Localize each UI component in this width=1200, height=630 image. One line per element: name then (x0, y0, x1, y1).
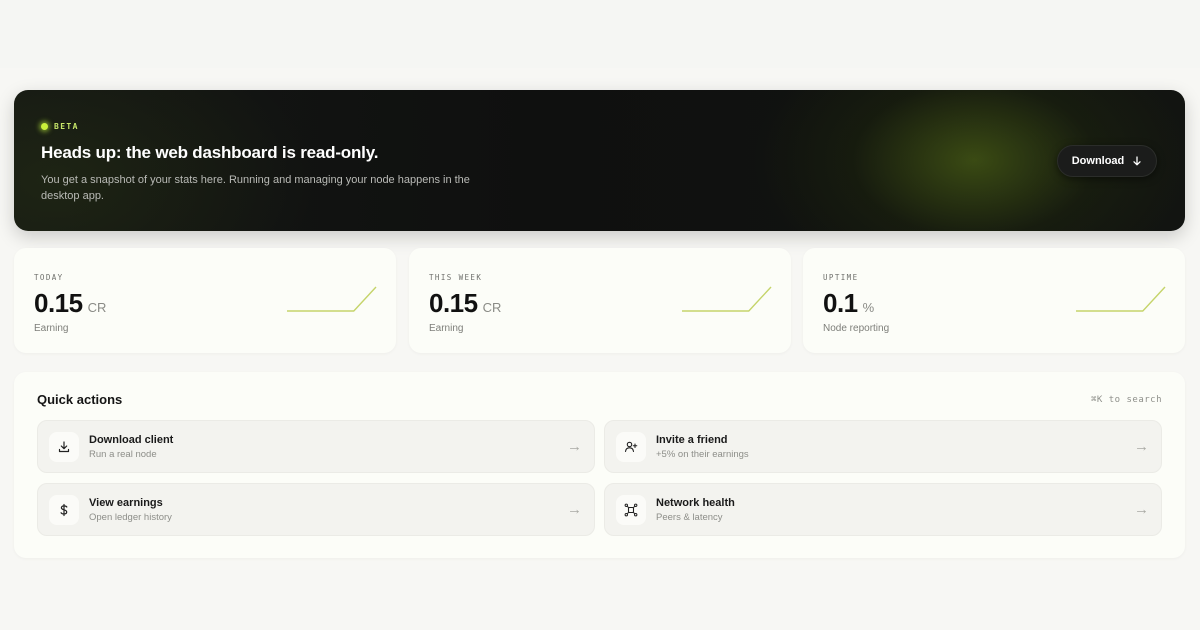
action-download-client[interactable]: Download client Run a real node → (37, 420, 595, 473)
stat-value-row: 0.15 CR (34, 288, 106, 319)
sparkline-chart (1076, 286, 1166, 312)
dollar-icon (49, 495, 79, 525)
action-name: View earnings (89, 497, 163, 509)
stat-label: TODAY (34, 273, 64, 282)
stat-caption: Earning (34, 323, 69, 334)
top-band (0, 0, 1200, 68)
action-name: Download client (89, 434, 174, 446)
action-desc: Open ledger history (89, 512, 172, 523)
banner-title: Heads up: the web dashboard is read-only… (41, 143, 379, 162)
banner-subtitle: You get a snapshot of your stats here. R… (41, 174, 470, 202)
sparkline-series (287, 286, 377, 312)
dashboard-page: BETA Heads up: the web dashboard is read… (0, 0, 1200, 630)
action-name: Network health (656, 497, 735, 509)
stat-label: THIS WEEK (429, 273, 483, 282)
download-button[interactable]: Download (1057, 145, 1157, 177)
sparkline-series (682, 286, 772, 312)
arrow-right-icon: → (1134, 501, 1149, 518)
stat-card-today: TODAY 0.15 CR Earning (14, 248, 396, 353)
status-dot-icon (41, 123, 48, 130)
action-invite-friend[interactable]: Invite a friend +5% on their earnings → (604, 420, 1162, 473)
stat-value: 0.15 (429, 288, 478, 318)
network-icon (616, 495, 646, 525)
stat-value: 0.15 (34, 288, 83, 318)
action-desc: Peers & latency (656, 512, 723, 523)
stat-card-uptime: UPTIME 0.1 % Node reporting (803, 248, 1185, 353)
download-icon (49, 432, 79, 462)
stat-unit: CR (87, 300, 107, 315)
stat-value: 0.1 (823, 288, 858, 318)
action-name: Invite a friend (656, 434, 728, 446)
action-desc: +5% on their earnings (656, 449, 749, 460)
action-desc: Run a real node (89, 449, 157, 460)
search-shortcut-hint[interactable]: ⌘K to search (1091, 395, 1162, 405)
stat-unit: CR (482, 300, 502, 315)
sparkline-chart (287, 286, 377, 312)
beta-badge-label: BETA (54, 122, 79, 131)
arrow-down-icon (1133, 156, 1141, 166)
user-plus-icon (616, 432, 646, 462)
stat-caption: Node reporting (823, 323, 890, 334)
stat-value-row: 0.15 CR (429, 288, 501, 319)
stat-label: UPTIME (823, 273, 859, 282)
quick-actions-title: Quick actions (37, 392, 123, 407)
stat-card-this-week: THIS WEEK 0.15 CR Earning (409, 248, 791, 353)
stat-caption: Earning (429, 323, 464, 334)
stat-unit: % (862, 300, 875, 315)
download-button-label: Download (1071, 155, 1125, 167)
sparkline-chart (682, 286, 772, 312)
beta-banner: BETA Heads up: the web dashboard is read… (14, 90, 1185, 231)
action-network-health[interactable]: Network health Peers & latency → (604, 483, 1162, 536)
stat-value-row: 0.1 % (823, 288, 874, 319)
arrow-right-icon: → (567, 501, 582, 518)
arrow-right-icon: → (567, 438, 582, 455)
action-view-earnings[interactable]: View earnings Open ledger history → (37, 483, 595, 536)
quick-actions-panel: Quick actions ⌘K to search Download clie… (14, 372, 1185, 558)
sparkline-series (1076, 286, 1166, 312)
arrow-right-icon: → (1134, 438, 1149, 455)
beta-badge: BETA (41, 122, 79, 131)
